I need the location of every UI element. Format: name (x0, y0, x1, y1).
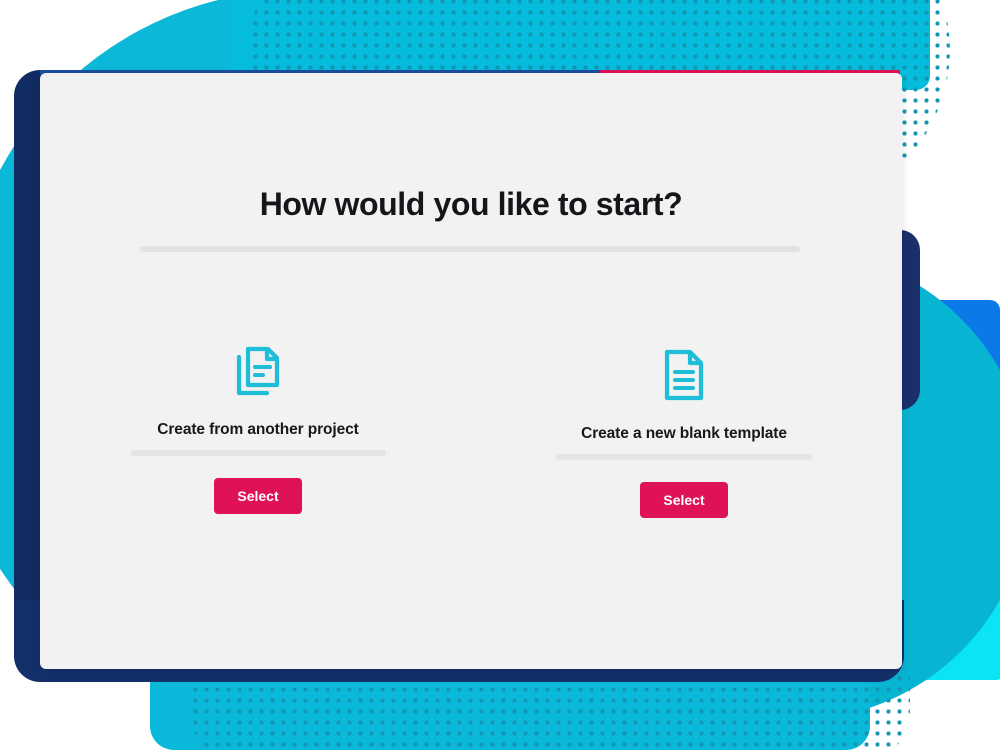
title-divider (140, 246, 800, 252)
start-options-list: Create from another project Select Creat… (40, 343, 902, 518)
select-button-create-from-project[interactable]: Select (214, 478, 302, 514)
start-option-divider (556, 454, 812, 460)
screen-root: How would you like to start? Create from… (0, 0, 1000, 750)
copy-document-icon (235, 343, 281, 399)
select-button-create-blank-template[interactable]: Select (640, 482, 728, 518)
start-option-label: Create from another project (157, 421, 359, 438)
start-option-label: Create a new blank template (581, 425, 787, 442)
blank-document-icon (663, 347, 705, 403)
start-option-create-blank-template[interactable]: Create a new blank template Select (519, 343, 849, 518)
start-option-create-from-project[interactable]: Create from another project Select (93, 343, 423, 518)
dialog-title: How would you like to start? (259, 186, 683, 222)
start-dialog-card: How would you like to start? Create from… (40, 73, 902, 669)
start-option-divider (130, 450, 386, 456)
